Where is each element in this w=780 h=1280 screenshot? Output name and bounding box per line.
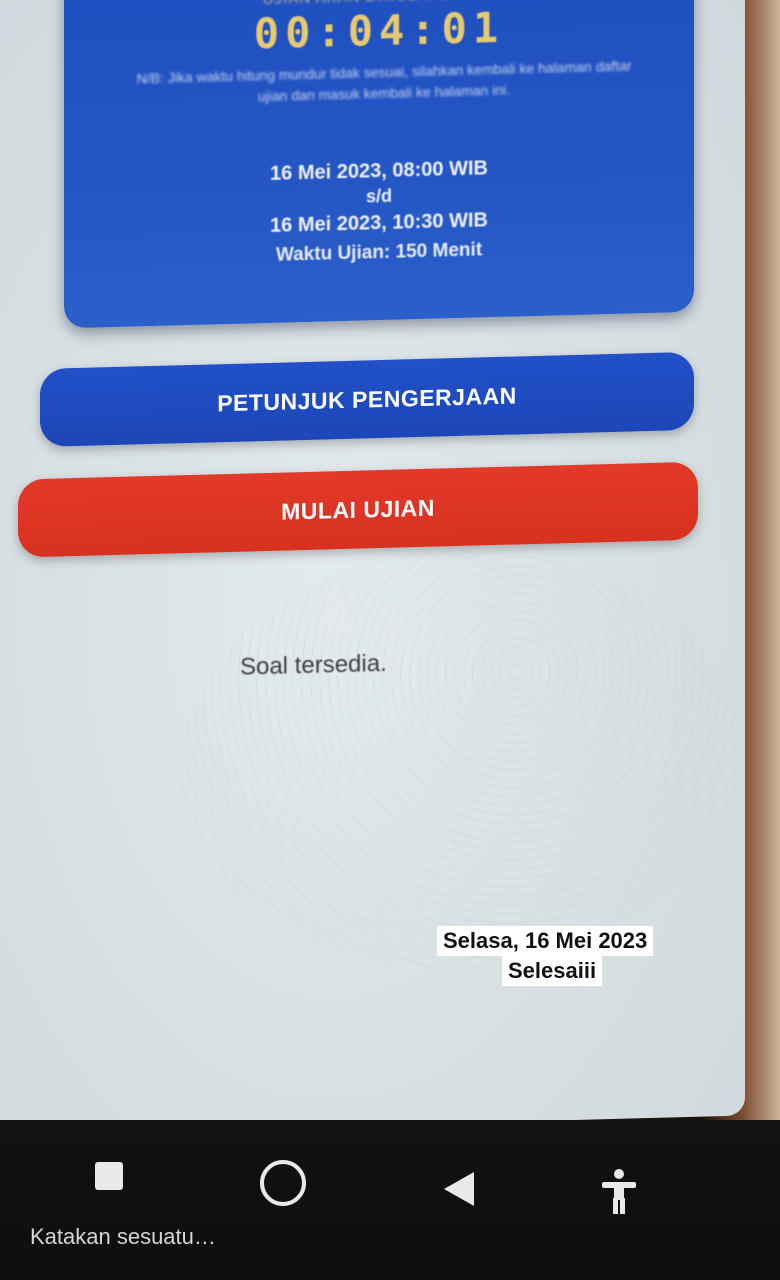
exam-info-card: UJIAN AKAN DIMULAI DALAM 00:04:01 N/B: J… xyxy=(64,0,694,329)
phone: UJIAN AKAN DIMULAI DALAM 00:04:01 N/B: J… xyxy=(0,0,780,1280)
story-date-sticker: Selasa, 16 Mei 2023 xyxy=(437,926,654,956)
instructions-button[interactable]: PETUNJUK PENGERJAAN xyxy=(40,351,694,447)
story-done-sticker: Selesaiii xyxy=(502,956,603,986)
countdown-note: N/B: Jika waktu hitung mundur tidak sesu… xyxy=(136,57,632,105)
start-exam-button[interactable]: MULAI UJIAN xyxy=(18,461,698,558)
exam-screen: UJIAN AKAN DIMULAI DALAM 00:04:01 N/B: J… xyxy=(0,0,745,1136)
status-text: Soal tersedia. xyxy=(240,649,387,681)
android-nav-bar xyxy=(0,1120,780,1280)
recent-apps-icon[interactable] xyxy=(95,1162,123,1190)
home-icon[interactable] xyxy=(260,1160,306,1206)
screen-moire-pattern xyxy=(180,540,740,976)
accessibility-icon[interactable] xyxy=(600,1168,638,1216)
back-icon[interactable] xyxy=(444,1172,474,1206)
reply-caption[interactable]: Katakan sesuatu… xyxy=(30,1224,216,1250)
